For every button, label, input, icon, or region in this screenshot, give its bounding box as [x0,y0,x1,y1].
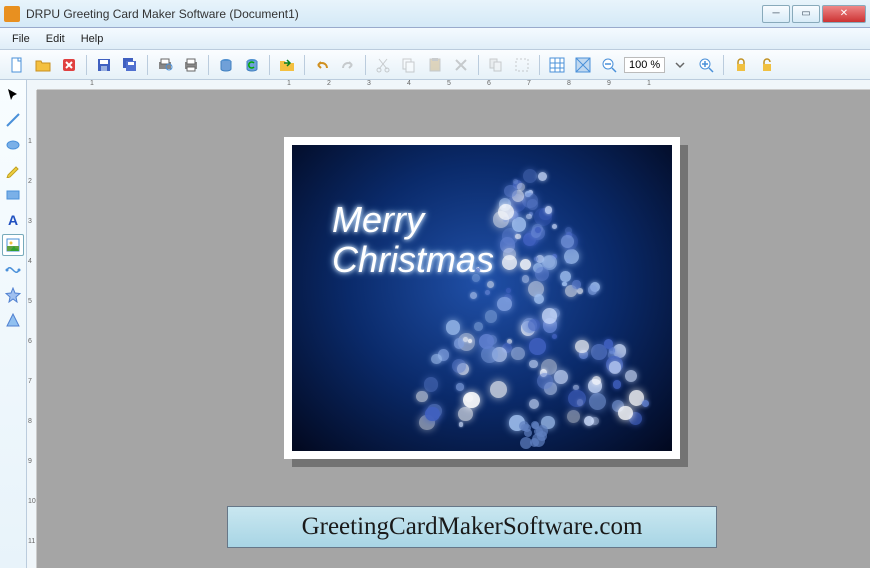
image-tool[interactable] [2,234,24,256]
minimize-button[interactable]: ─ [762,5,790,23]
delete-selection-button[interactable] [450,54,472,76]
line-tool[interactable] [2,109,24,131]
tool-palette: A [0,80,27,568]
window-title: DRPU Greeting Card Maker Software (Docum… [26,7,762,21]
lock-button[interactable] [730,54,752,76]
undo-button[interactable] [311,54,333,76]
greeting-card[interactable]: Merry Christmas [284,137,680,459]
snap-button[interactable] [572,54,594,76]
triangle-tool[interactable] [2,309,24,331]
database-button[interactable] [215,54,237,76]
menubar: File Edit Help [0,28,870,50]
window-controls: ─ ▭ ✕ [762,5,866,23]
duplicate-button[interactable] [485,54,507,76]
horizontal-ruler: 1 1 2 3 4 5 6 7 8 9 1 [37,80,870,90]
zoom-in-button[interactable] [695,54,717,76]
star-tool[interactable] [2,284,24,306]
watermark-banner: GreetingCardMakerSoftware.com [227,506,717,548]
open-button[interactable] [32,54,54,76]
grid-button[interactable] [546,54,568,76]
titlebar: DRPU Greeting Card Maker Software (Docum… [0,0,870,28]
save-button[interactable] [93,54,115,76]
maximize-button[interactable]: ▭ [792,5,820,23]
paste-button[interactable] [424,54,446,76]
delete-button[interactable] [58,54,80,76]
ruler-corner [27,80,37,90]
menu-file[interactable]: File [4,31,38,47]
text-tool[interactable]: A [2,209,24,231]
database-refresh-button[interactable] [241,54,263,76]
app-icon [4,6,20,22]
cut-button[interactable] [372,54,394,76]
workspace: A 1 1 2 3 4 5 6 7 8 9 1 1 [0,80,870,568]
menu-edit[interactable]: Edit [38,31,73,47]
main-toolbar: 100 % [0,50,870,80]
ellipse-tool[interactable] [2,134,24,156]
zoom-dropdown-button[interactable] [669,54,691,76]
zoom-value[interactable]: 100 % [624,57,665,73]
rectangle-tool[interactable] [2,184,24,206]
close-button[interactable]: ✕ [822,5,866,23]
zoom-out-button[interactable] [598,54,620,76]
unlock-button[interactable] [756,54,778,76]
print-button[interactable] [180,54,202,76]
svg-text:A: A [8,212,18,228]
canvas-area[interactable]: Merry Christmas GreetingCardMakerSoftwar… [37,90,870,568]
copy-button[interactable] [398,54,420,76]
card-background: Merry Christmas [292,145,672,451]
select-tool[interactable] [2,84,24,106]
christmas-tree-graphic [407,175,657,445]
vertical-ruler: 1 2 3 4 5 6 7 8 9 10 11 [27,90,37,568]
new-document-button[interactable] [6,54,28,76]
print-preview-button[interactable] [154,54,176,76]
redo-button[interactable] [337,54,359,76]
save-all-button[interactable] [119,54,141,76]
select-all-button[interactable] [511,54,533,76]
export-button[interactable] [276,54,298,76]
menu-help[interactable]: Help [73,31,112,47]
pencil-tool[interactable] [2,159,24,181]
curve-tool[interactable] [2,259,24,281]
